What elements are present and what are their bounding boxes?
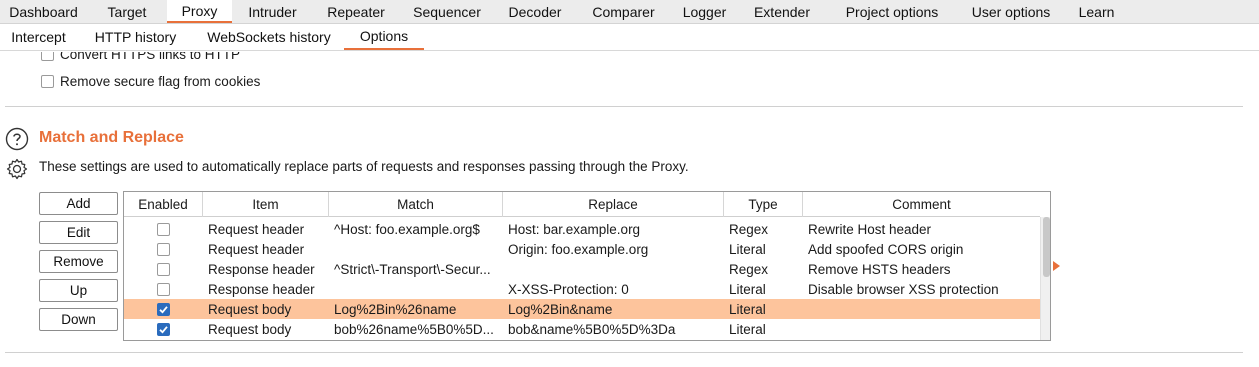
replace-cell — [503, 259, 724, 279]
enabled-cell — [124, 219, 203, 239]
type-cell: Literal — [729, 321, 766, 337]
comment-cell — [803, 299, 1040, 319]
tab-comparer[interactable]: Comparer — [575, 0, 672, 23]
section-divider — [5, 106, 1243, 107]
expand-arrow-icon[interactable] — [1053, 261, 1060, 271]
section-divider-bottom — [5, 352, 1243, 353]
enabled-cell — [124, 259, 203, 279]
match-cell: ^Strict\-Transport\-Secur... — [334, 261, 491, 277]
replace-cell: Host: bar.example.org — [508, 221, 641, 237]
enabled-checkbox[interactable] — [157, 322, 170, 336]
comment-cell: Rewrite Host header — [808, 221, 932, 237]
match-cell: Log%2Bin%26name — [334, 301, 457, 317]
table-scrollbar[interactable] — [1040, 217, 1050, 340]
tab-project-options[interactable]: Project options — [827, 0, 957, 23]
item-cell: Request body — [208, 321, 292, 337]
table-body: Request header ^Host: foo.example.org$ Hos… — [124, 217, 1040, 340]
item-cell: Response header — [208, 261, 315, 277]
type-cell: Literal — [729, 301, 766, 317]
tab-sequencer[interactable]: Sequencer — [399, 0, 495, 23]
table-row[interactable]: Request header Origin: foo.example.org Lit… — [124, 239, 1040, 259]
remove-button[interactable]: Remove — [39, 250, 118, 273]
enabled-cell — [124, 279, 203, 299]
subtab-http-history[interactable]: HTTP history — [77, 24, 194, 50]
enabled-cell — [124, 239, 203, 259]
checkmark-icon — [159, 325, 168, 334]
enabled-checkbox[interactable] — [157, 222, 170, 236]
enabled-checkbox[interactable] — [157, 282, 170, 296]
tab-user-options[interactable]: User options — [957, 0, 1065, 23]
tab-extender[interactable]: Extender — [737, 0, 827, 23]
col-match[interactable]: Match — [329, 192, 503, 217]
comment-cell: Disable browser XSS protection — [808, 281, 999, 297]
enabled-cell — [124, 319, 203, 339]
item-cell: Request body — [208, 301, 292, 317]
match-replace-table: Enabled Item Match Replace Type Comment … — [123, 191, 1051, 341]
gear-icon[interactable] — [5, 157, 29, 181]
comment-cell: Remove HSTS headers — [808, 261, 951, 277]
enabled-checkbox[interactable] — [157, 302, 170, 316]
col-enabled[interactable]: Enabled — [124, 192, 203, 217]
subtab-websockets-history[interactable]: WebSockets history — [194, 24, 344, 50]
type-cell: Literal — [729, 281, 766, 297]
tab-decoder[interactable]: Decoder — [495, 0, 575, 23]
tab-logger[interactable]: Logger — [672, 0, 737, 23]
match-cell — [329, 239, 503, 259]
replace-cell: X-XSS-Protection: 0 — [508, 281, 629, 297]
type-cell: Regex — [729, 261, 769, 277]
remove-secure-option[interactable]: Remove secure flag from cookies — [41, 72, 260, 90]
table-row[interactable]: Response header ^Strict\-Transport\-Secur… — [124, 259, 1040, 279]
item-cell: Response header — [208, 281, 315, 297]
tab-dashboard[interactable]: Dashboard — [0, 0, 87, 23]
section-description: These settings are used to automatically… — [39, 159, 689, 174]
type-cell: Literal — [729, 241, 766, 257]
item-cell: Request header — [208, 241, 305, 257]
type-cell: Regex — [729, 221, 769, 237]
item-cell: Request header — [208, 221, 305, 237]
tab-target[interactable]: Target — [87, 0, 167, 23]
table-row[interactable]: Request body Log%2Bin%26name Log%2Bin&name… — [124, 299, 1040, 319]
enabled-checkbox[interactable] — [157, 242, 170, 256]
replace-cell: bob&name%5B0%5D%3Da — [508, 321, 676, 337]
section-title: Match and Replace — [39, 129, 184, 146]
match-cell — [329, 279, 503, 299]
top-tab-bar: Dashboard Target Proxy Intruder Repeater… — [0, 0, 1259, 24]
table-row[interactable]: Request header ^Host: foo.example.org$ Hos… — [124, 219, 1040, 239]
tab-proxy[interactable]: Proxy — [167, 0, 232, 23]
tab-repeater[interactable]: Repeater — [313, 0, 399, 23]
match-cell: bob%26name%5B0%5D... — [334, 321, 494, 337]
enabled-cell — [124, 299, 203, 319]
tab-intruder[interactable]: Intruder — [232, 0, 313, 23]
comment-cell: Add spoofed CORS origin — [808, 241, 964, 257]
add-button[interactable]: Add — [39, 192, 118, 215]
col-replace[interactable]: Replace — [503, 192, 724, 217]
remove-secure-checkbox[interactable] — [41, 74, 54, 88]
tab-learn[interactable]: Learn — [1065, 0, 1128, 23]
enabled-checkbox[interactable] — [157, 262, 170, 276]
replace-cell: Origin: foo.example.org — [508, 241, 649, 257]
subtab-intercept[interactable]: Intercept — [0, 24, 77, 50]
sub-tab-bar: Intercept HTTP history WebSockets histor… — [0, 24, 1259, 51]
match-cell: ^Host: foo.example.org$ — [334, 221, 480, 237]
table-header: Enabled Item Match Replace Type Comment — [124, 192, 1040, 217]
subtab-options[interactable]: Options — [344, 24, 424, 50]
edit-button[interactable]: Edit — [39, 221, 118, 244]
help-icon[interactable] — [5, 127, 29, 151]
col-type[interactable]: Type — [724, 192, 803, 217]
col-item[interactable]: Item — [203, 192, 329, 217]
remove-secure-label: Remove secure flag from cookies — [60, 73, 261, 89]
up-button[interactable]: Up — [39, 279, 118, 302]
table-row[interactable]: Request body bob%26name%5B0%5D... bob&name… — [124, 319, 1040, 339]
table-row[interactable]: Response header X-XSS-Protection: 0 Litera… — [124, 279, 1040, 299]
replace-cell: Log%2Bin&name — [508, 301, 613, 317]
scrollbar-thumb[interactable] — [1043, 217, 1050, 277]
down-button[interactable]: Down — [39, 308, 118, 331]
col-comment[interactable]: Comment — [803, 192, 1040, 217]
comment-cell — [803, 319, 1040, 339]
checkmark-icon — [159, 305, 168, 314]
